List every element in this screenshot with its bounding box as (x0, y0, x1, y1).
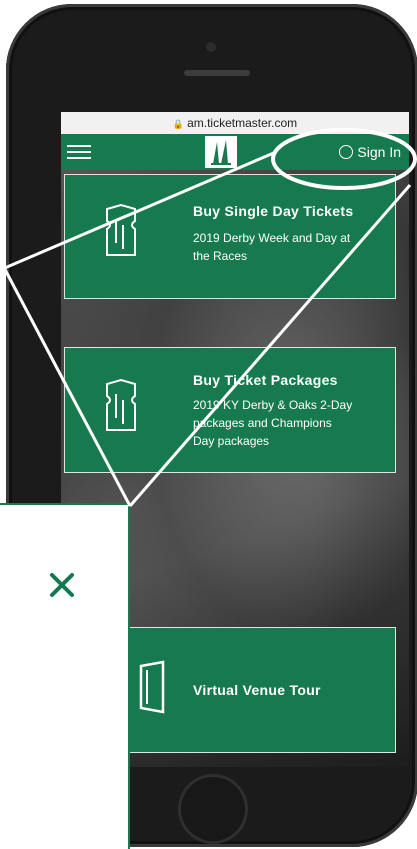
earpiece-speaker (184, 70, 250, 76)
close-x-icon[interactable] (48, 571, 76, 599)
card-title: Buy Ticket Packages (193, 372, 338, 388)
sign-in-label: Sign In (357, 144, 401, 160)
top-navbar: Sign In (61, 134, 409, 170)
url-text: am.ticketmaster.com (187, 116, 298, 130)
ticket-icon (106, 203, 136, 256)
card-title: Buy Single Day Tickets (193, 203, 354, 219)
front-camera (206, 42, 216, 52)
card-subtitle: 2019 KY Derby & Oaks 2-Day packages and … (193, 398, 353, 448)
home-button[interactable] (178, 774, 248, 844)
buy-ticket-packages-card[interactable]: Buy Ticket Packages 2019 KY Derby & Oaks… (64, 347, 396, 473)
hamburger-menu-icon[interactable] (67, 143, 91, 161)
browser-url-bar[interactable]: 🔒 am.ticketmaster.com (61, 112, 409, 134)
twin-spires-logo[interactable] (205, 136, 237, 168)
sign-in-button[interactable]: Sign In (339, 142, 401, 162)
buy-single-day-tickets-card[interactable]: Buy Single Day Tickets 2019 Derby Week a… (64, 174, 396, 299)
door-icon (139, 660, 165, 714)
card-title: Virtual Venue Tour (193, 682, 321, 698)
lock-icon: 🔒 (172, 119, 185, 129)
user-icon (339, 145, 354, 159)
ticket-icon (106, 378, 136, 431)
card-subtitle: 2019 Derby Week and Day at the Races (193, 231, 351, 263)
close-callout-panel (0, 503, 130, 849)
